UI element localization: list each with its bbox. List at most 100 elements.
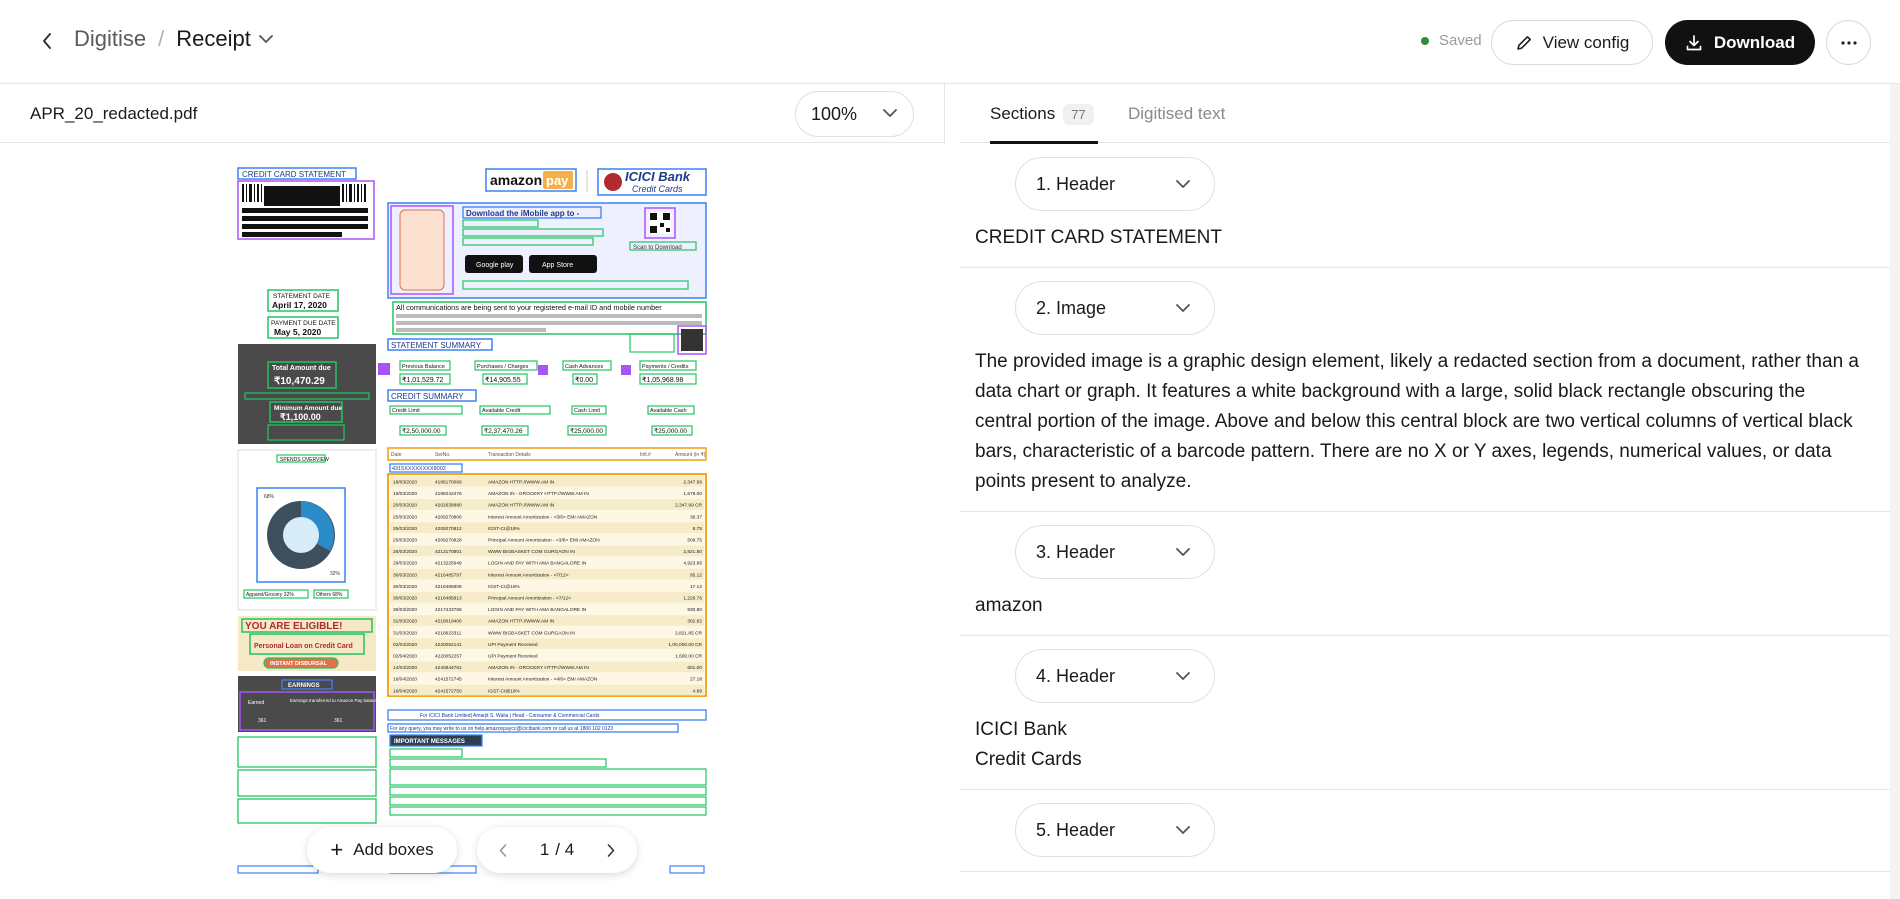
transaction-rows: 18/03/2020 4186170069 AMAZON HTTP://WWW.AM… — [390, 476, 704, 696]
svg-text:INSTANT DISBURSAL: INSTANT DISBURSAL — [270, 661, 328, 667]
svg-text:Google play: Google play — [476, 262, 514, 269]
breadcrumb-current[interactable]: Receipt — [176, 26, 273, 52]
breadcrumb-separator: / — [158, 26, 165, 51]
chevron-down-icon — [1176, 826, 1190, 834]
prev-page-button[interactable] — [493, 840, 513, 860]
view-config-button[interactable]: View config — [1491, 20, 1653, 65]
important-messages-heading: IMPORTANT MESSAGES — [394, 739, 465, 745]
svg-text:₹25,000.00: ₹25,000.00 — [570, 427, 603, 435]
txn-details: LOGIN AND PAY WITH AMA BANGALORE IN — [488, 607, 587, 613]
svg-text:STATEMENT DATE: STATEMENT DATE — [273, 293, 331, 300]
qr-code-icon — [649, 212, 671, 234]
txn-details: Interest Amount Amortization - <3/6> EMI… — [488, 514, 598, 520]
section-type-select[interactable]: 5. Header — [1015, 803, 1215, 857]
section-text-line: Credit Cards — [975, 749, 1082, 770]
breadcrumb-parent[interactable]: Digitise — [74, 26, 146, 52]
svg-text:361: 361 — [258, 718, 267, 724]
donut-chart — [267, 501, 335, 569]
svg-text:Others 68%: Others 68% — [316, 592, 343, 598]
chevron-down-icon — [1176, 304, 1190, 312]
txn-serno: 4218623311 — [435, 630, 462, 636]
txn-amount: 1,00,000.00 CR — [668, 642, 702, 648]
txn-serno: 4241572745 — [435, 677, 462, 683]
section-content[interactable]: amazon — [975, 591, 1875, 621]
txn-details: AMAZON IN - GROCERY HTTP://WWW.AM IN — [488, 665, 589, 671]
txn-date: 30/03/2020 — [393, 607, 417, 613]
txn-details: Principal Amount Amortization - <7/12> — [488, 596, 571, 602]
document-page[interactable]: CREDIT CARD STATEMENT amazon pay ICICI B… — [230, 164, 715, 899]
svg-text:₹2,37,470.26: ₹2,37,470.26 — [484, 427, 523, 435]
sections-count-badge: 77 — [1063, 104, 1094, 125]
txn-date: 19/03/2020 — [393, 491, 417, 497]
txn-serno: 4216485797 — [435, 572, 462, 578]
txn-date: 25/03/2020 — [393, 514, 417, 520]
svg-text:For ICICI Bank Limited| Amarji: For ICICI Bank Limited| Amarjit S. Walia… — [420, 713, 600, 719]
amazon-logo: amazon — [490, 172, 542, 188]
txn-details: Interest Amount Amortization - <4/6> EMI… — [488, 677, 598, 683]
txn-serno: 4213225649 — [435, 561, 462, 567]
txn-serno: 4216485805 — [435, 584, 462, 590]
document-viewer[interactable]: CREDIT CARD STATEMENT amazon pay ICICI B… — [0, 144, 945, 899]
more-options-button[interactable] — [1826, 20, 1871, 65]
breadcrumb-current-label: Receipt — [176, 26, 251, 51]
breadcrumb: Digitise / Receipt — [74, 26, 273, 52]
svg-text:Payments / Credits: Payments / Credits — [642, 364, 689, 370]
svg-text:Earned: Earned — [248, 700, 264, 706]
txn-details: Principal Amount Amortization - <3/6> EM… — [488, 538, 600, 544]
section-text-line: The provided image is a graphic design e… — [975, 351, 1859, 492]
doc-title: CREDIT CARD STATEMENT — [242, 170, 346, 179]
icici-logo: ICICI Bank — [625, 169, 691, 184]
next-page-button[interactable] — [601, 840, 621, 860]
zoom-select[interactable]: 100% — [795, 91, 914, 137]
svg-text:₹1,05,968.98: ₹1,05,968.98 — [642, 376, 684, 384]
svg-text:SerNo.: SerNo. — [435, 452, 451, 458]
svg-text:68%: 68% — [264, 494, 275, 500]
zoom-value: 100% — [811, 103, 858, 124]
download-button[interactable]: Download — [1665, 20, 1815, 65]
section-content[interactable]: CREDIT CARD STATEMENT — [975, 223, 1875, 253]
section-item: 2. Image The provided image is a graphic … — [960, 268, 1890, 512]
back-button[interactable] — [30, 24, 64, 58]
section-type-select[interactable]: 2. Image — [1015, 281, 1215, 335]
txn-amount: 95.12 — [690, 572, 702, 578]
statement-summary-heading: STATEMENT SUMMARY — [391, 341, 482, 350]
section-content[interactable]: ICICI Bank Credit Cards — [975, 715, 1875, 775]
download-label: Download — [1713, 32, 1796, 52]
svg-text:Transaction Details: Transaction Details — [488, 452, 531, 458]
chevron-right-icon — [607, 843, 615, 857]
section-content[interactable]: The provided image is a graphic design e… — [975, 347, 1875, 497]
svg-text:For any query, you may write t: For any query, you may write to us on he… — [390, 726, 613, 732]
svg-text:SPENDS OVERVIEW: SPENDS OVERVIEW — [280, 457, 329, 463]
document-panel: APR_20_redacted.pdf 100% CREDIT CARD STA… — [0, 84, 945, 899]
section-type-select[interactable]: 3. Header — [1015, 525, 1215, 579]
txn-amount: 302.82 — [687, 619, 702, 625]
svg-text:Earnings transferred to Amazon: Earnings transferred to Amazon Pay balan… — [290, 698, 381, 703]
svg-text:App Store: App Store — [542, 262, 573, 269]
txn-amount: 601.00 — [687, 665, 702, 671]
txn-amount: 2,821.85 CR — [675, 630, 702, 636]
chevron-left-icon — [43, 33, 51, 49]
payment-due-date: May 5, 2020 — [274, 327, 322, 337]
total-due-card — [238, 344, 376, 444]
txn-date: 20/03/2020 — [393, 503, 417, 509]
txn-amount: 2,821.80 — [683, 549, 702, 555]
chevron-down-icon — [883, 109, 897, 117]
add-boxes-button[interactable]: + Add boxes — [307, 827, 457, 873]
tab-sections[interactable]: Sections 77 — [990, 104, 1094, 125]
pencil-icon — [1516, 35, 1531, 50]
txn-details: LOGIN AND PAY WITH AMA BANGALORE IN — [488, 561, 587, 567]
view-config-label: View config — [1542, 32, 1630, 52]
txn-date: 16/04/2020 — [393, 688, 417, 694]
scrollbar[interactable] — [1890, 84, 1900, 899]
section-item: 5. Header — [960, 790, 1890, 872]
txn-details: IGST-CI@18% — [488, 688, 521, 694]
current-page[interactable]: 1 — [540, 840, 549, 860]
section-type-select[interactable]: 4. Header — [1015, 649, 1215, 703]
txn-amount: 1,678.00 — [683, 491, 702, 497]
section-type-select[interactable]: 1. Header — [1015, 157, 1215, 211]
tab-bar: Sections 77 Digitised text — [960, 84, 1890, 144]
txn-amount: 4,923.96 — [683, 561, 702, 567]
txn-details: Interest Amount Amortization - <7/12> — [488, 572, 569, 578]
tab-digitised-text[interactable]: Digitised text — [1128, 104, 1225, 124]
txn-amount: 2,347.99 CR — [675, 503, 702, 509]
